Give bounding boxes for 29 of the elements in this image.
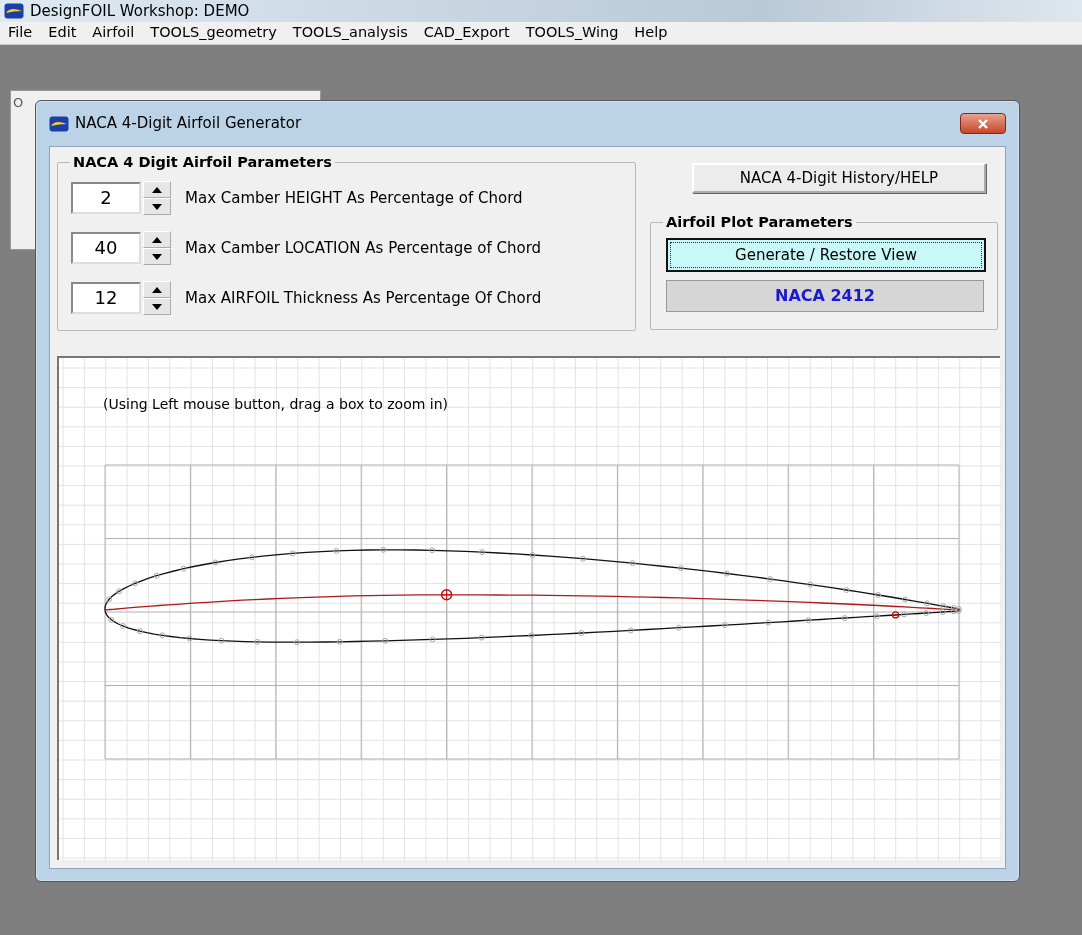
plot-hint: (Using Left mouse button, drag a box to zoom in) (103, 395, 449, 414)
help-button[interactable]: NACA 4-Digit History/HELP (692, 163, 986, 193)
menu-item[interactable]: TOOLS_analysis (284, 22, 416, 44)
app-logo-icon (49, 115, 69, 132)
app-logo-icon (4, 3, 24, 19)
airfoil-name: NACA 2412 (666, 280, 984, 312)
dialog-title: NACA 4-Digit Airfoil Generator (75, 113, 302, 135)
spin-buttons[interactable] (143, 231, 171, 265)
app-title: DesignFOIL Workshop: DEMO (30, 0, 250, 22)
menu-item[interactable]: CAD_Export (415, 22, 518, 44)
spin-buttons[interactable] (143, 281, 171, 315)
menu-item[interactable]: Edit (40, 22, 85, 44)
menu-item[interactable]: TOOLS_Wing (517, 22, 627, 44)
menu-item[interactable]: Help (626, 22, 676, 44)
parameter-label: Max Camber HEIGHT As Percentage of Chord (185, 187, 523, 209)
close-button[interactable] (960, 113, 1006, 134)
menu-item[interactable]: Airfoil (84, 22, 143, 44)
generate-button[interactable]: Generate / Restore View (666, 238, 986, 272)
menu-item[interactable]: File (0, 22, 41, 44)
number-field[interactable]: 2 (71, 182, 141, 214)
window-title: O (13, 95, 24, 110)
number-field[interactable]: 12 (71, 282, 141, 314)
menu-item[interactable]: TOOLS_geometry (142, 22, 285, 44)
parameter-label: Max Camber LOCATION As Percentage of Chord (185, 237, 542, 259)
number-field[interactable]: 40 (71, 232, 141, 264)
spin-buttons[interactable] (143, 181, 171, 215)
group-title: NACA 4 Digit Airfoil Parameters (70, 153, 335, 171)
close-icon (977, 118, 989, 129)
parameter-label: Max AIRFOIL Thickness As Percentage Of Chord (185, 287, 542, 309)
